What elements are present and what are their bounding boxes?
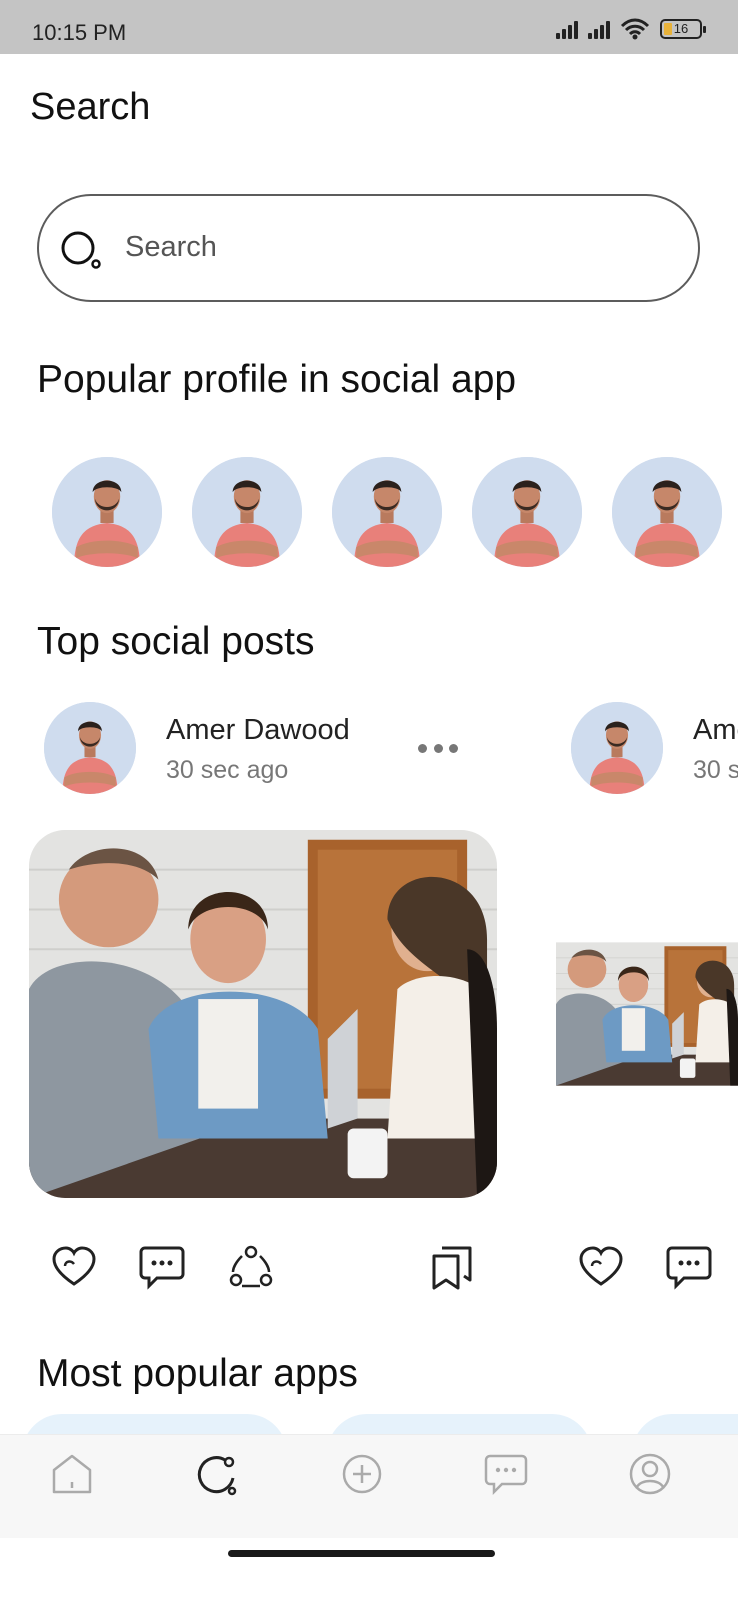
battery-level: 16	[673, 21, 689, 36]
profile-avatar[interactable]	[612, 457, 722, 567]
page-title: Search	[30, 86, 151, 128]
explore-icon[interactable]	[195, 1452, 239, 1496]
search-input[interactable]	[125, 225, 665, 269]
home-indicator[interactable]	[228, 1550, 495, 1557]
profile-avatar[interactable]	[332, 457, 442, 567]
post-author-name[interactable]: Amer Dawood	[693, 714, 738, 747]
post-author-name[interactable]: Amer Dawood	[166, 714, 350, 747]
gesture-area	[0, 1538, 738, 1600]
status-bar: 10:15 PM 16	[0, 0, 738, 54]
post-timestamp: 30 sec ago	[693, 756, 738, 784]
post-author-avatar[interactable]	[571, 702, 663, 794]
signal-icon	[588, 19, 610, 39]
battery-icon: 16	[660, 19, 706, 39]
post-timestamp: 30 sec ago	[166, 756, 289, 784]
post-author-avatar[interactable]	[44, 702, 136, 794]
top-posts-heading: Top social posts	[37, 620, 315, 663]
popular-apps-heading: Most popular apps	[37, 1352, 358, 1395]
comment-icon[interactable]	[666, 1244, 712, 1290]
profile-avatar[interactable]	[472, 457, 582, 567]
profile-icon[interactable]	[628, 1452, 672, 1496]
profile-avatar[interactable]	[192, 457, 302, 567]
more-options-icon[interactable]	[418, 738, 458, 758]
search-icon	[61, 231, 101, 269]
wifi-icon	[620, 18, 650, 40]
status-time: 10:15 PM	[32, 20, 127, 45]
post-image[interactable]	[29, 830, 497, 1198]
home-icon[interactable]	[50, 1452, 94, 1496]
profile-avatar[interactable]	[52, 457, 162, 567]
messages-icon[interactable]	[484, 1452, 528, 1496]
heart-icon[interactable]	[51, 1244, 97, 1290]
share-icon[interactable]	[228, 1244, 274, 1290]
add-icon[interactable]	[340, 1452, 384, 1496]
save-icon[interactable]	[430, 1244, 476, 1290]
post-image[interactable]	[556, 830, 738, 1198]
popular-profiles-heading: Popular profile in social app	[37, 358, 517, 401]
status-icons: 16	[556, 18, 706, 40]
comment-icon[interactable]	[139, 1244, 185, 1290]
signal-icon	[556, 19, 578, 39]
heart-icon[interactable]	[578, 1244, 624, 1290]
